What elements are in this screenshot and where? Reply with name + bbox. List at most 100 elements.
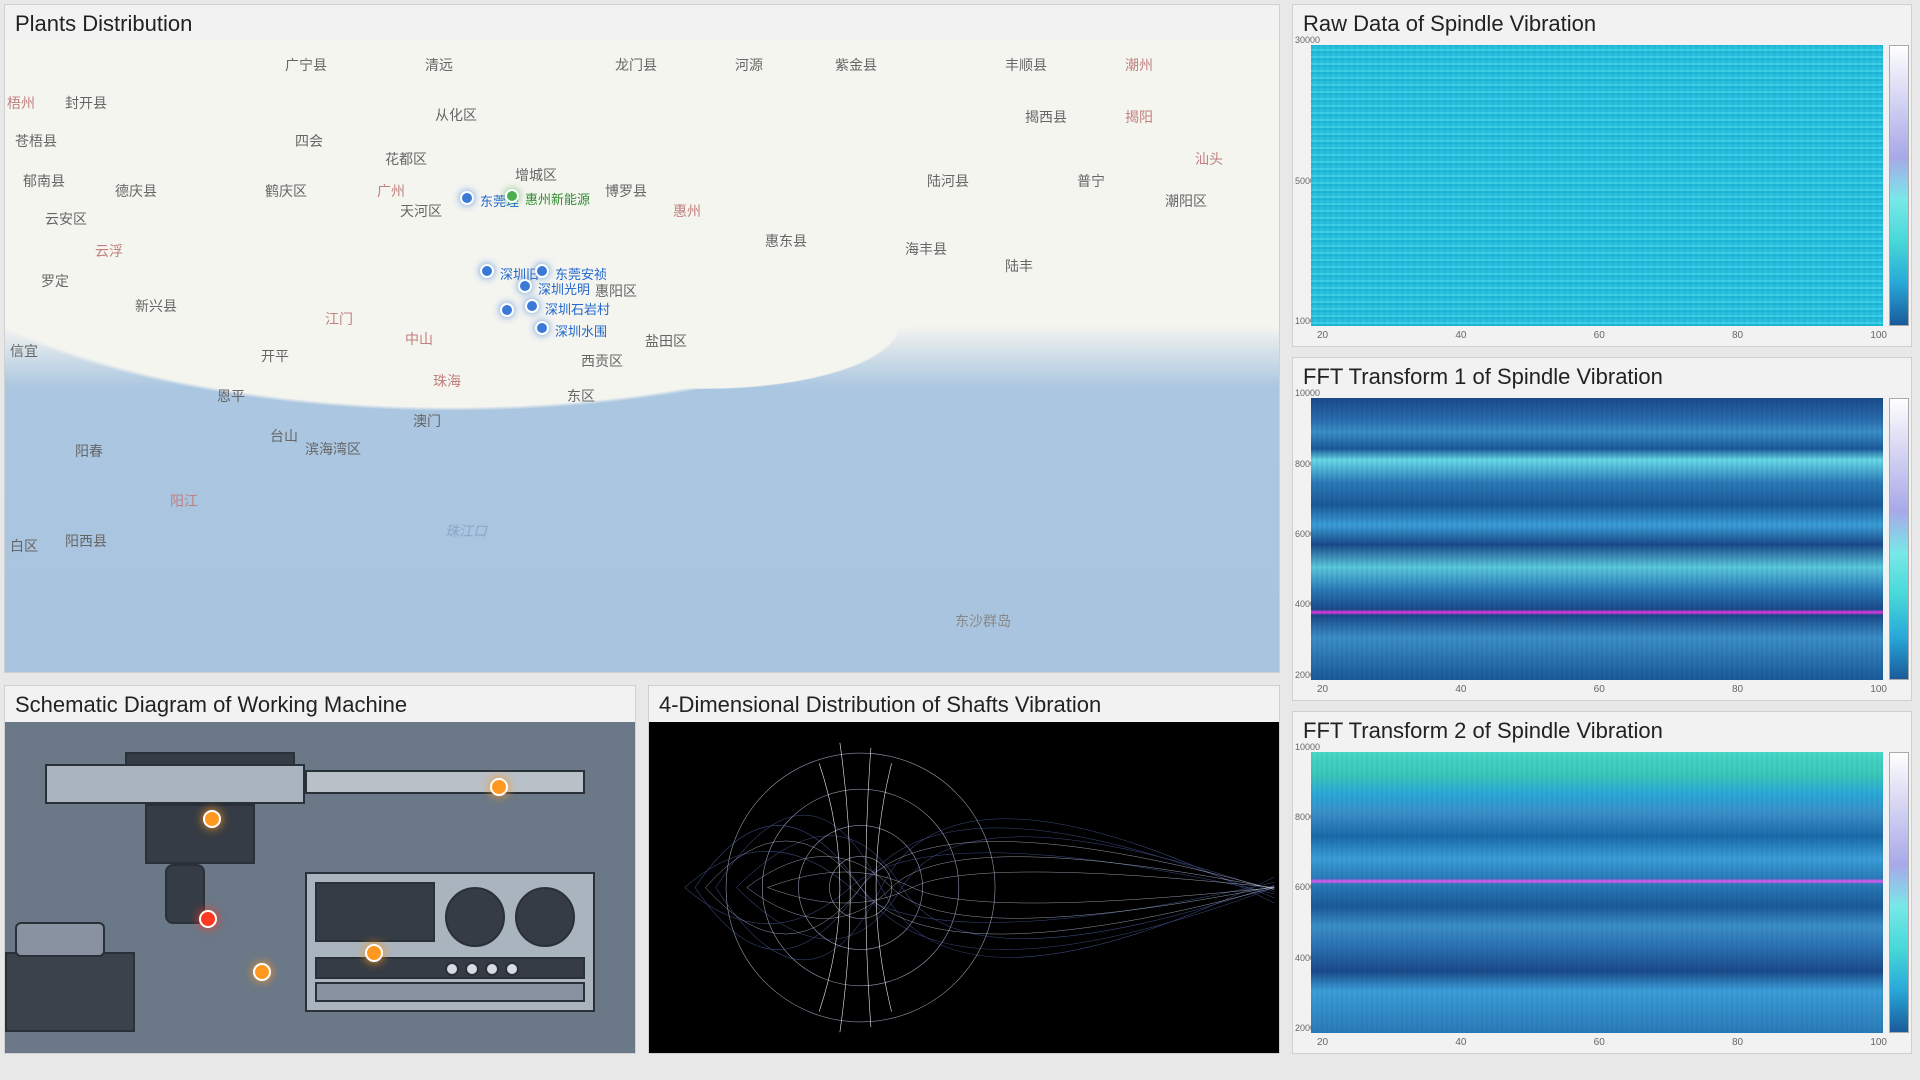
spec-fft1-heatmap[interactable] — [1311, 398, 1883, 679]
sensor-marker[interactable] — [490, 778, 508, 796]
spec-fft2-title: FFT Transform 2 of Spindle Vibration — [1293, 712, 1911, 748]
plants-map-panel: Plants Distribution 广宁县清远龙门县河源紫金县丰顺县潮州梧州… — [4, 4, 1280, 673]
map-place-label: 揭西县 — [1025, 107, 1067, 127]
axis-tick: 60 — [1594, 330, 1605, 346]
axis-tick: 2000 — [1295, 670, 1309, 680]
axis-tick: 40 — [1455, 684, 1466, 700]
map-place-label: 潮州 — [1125, 55, 1153, 75]
map-place-label: 丰顺县 — [1005, 55, 1047, 75]
map-place-label: 东区 — [567, 386, 595, 406]
map-place-label: 恩平 — [217, 386, 245, 406]
map-place-label: 广宁县 — [285, 55, 327, 75]
map-place-label: 德庆县 — [115, 181, 157, 201]
axis-tick: 60 — [1594, 684, 1605, 700]
map-place-label: 普宁 — [1077, 171, 1105, 191]
map-place-label: 龙门县 — [615, 55, 657, 75]
axis-tick: 10000 — [1295, 388, 1309, 398]
plant-marker[interactable]: 深圳旧 — [480, 264, 494, 278]
map-place-label: 封开县 — [65, 93, 107, 113]
map-place-label: 天河区 — [400, 201, 442, 221]
map-place-label: 江门 — [325, 309, 353, 329]
map-place-label: 增城区 — [515, 165, 557, 185]
map-place-label: 汕头 — [1195, 149, 1223, 169]
spec-raw-heatmap[interactable] — [1311, 45, 1883, 326]
axis-tick: 4000 — [1295, 599, 1309, 609]
plant-marker-label: 深圳石岩村 — [545, 299, 610, 318]
map-place-label: 郁南县 — [23, 171, 65, 191]
axis-tick: 10000 — [1295, 316, 1309, 326]
map-place-label: 阳春 — [75, 441, 103, 461]
plant-marker[interactable] — [500, 303, 514, 317]
axis-tick: 4000 — [1295, 953, 1309, 963]
map-place-label: 广州 — [377, 181, 405, 201]
schematic-body[interactable] — [5, 722, 635, 1053]
axis-tick: 20 — [1317, 330, 1328, 346]
axis-tick: 80 — [1732, 1037, 1743, 1053]
map-place-label: 苍梧县 — [15, 131, 57, 151]
axis-tick: 20 — [1317, 684, 1328, 700]
axis-tick: 60 — [1594, 1037, 1605, 1053]
map-place-label: 揭阳 — [1125, 107, 1153, 127]
spec-fft1-panel: FFT Transform 1 of Spindle Vibration 100… — [1292, 357, 1912, 700]
colorbar-icon — [1889, 752, 1909, 1033]
axis-tick: 40 — [1455, 1037, 1466, 1053]
axis-tick: 50000 — [1295, 176, 1309, 186]
plant-marker[interactable]: 深圳光明 — [518, 279, 532, 293]
axis-tick: 30000 — [1295, 35, 1309, 45]
map-place-label: 紫金县 — [835, 55, 877, 75]
spec-fft2-heatmap[interactable] — [1311, 752, 1883, 1033]
map-place-label: 花都区 — [385, 149, 427, 169]
map-place-label: 陆河县 — [927, 171, 969, 191]
plant-marker[interactable]: 东莞理 — [460, 191, 474, 205]
spec-raw-panel: Raw Data of Spindle Vibration 3000050000… — [1292, 4, 1912, 347]
axis-tick: 20 — [1317, 1037, 1328, 1053]
axis-tick: 100 — [1870, 1037, 1887, 1053]
sensor-marker[interactable] — [203, 810, 221, 828]
schematic-panel: Schematic Diagram of Working Machine — [4, 685, 636, 1054]
plant-marker[interactable]: 东莞安祯 — [535, 264, 549, 278]
dist4d-panel: 4-Dimensional Distribution of Shafts Vib… — [648, 685, 1280, 1054]
map-place-label: 西贡区 — [581, 351, 623, 371]
map-place-label: 海丰县 — [905, 239, 947, 259]
plant-marker[interactable]: 深圳水围 — [535, 321, 549, 335]
map-title: Plants Distribution — [5, 5, 1279, 41]
map-place-label: 从化区 — [435, 105, 477, 125]
map-place-label: 惠州 — [673, 201, 701, 221]
map-place-label: 罗定 — [41, 271, 69, 291]
colorbar-icon — [1889, 398, 1909, 679]
axis-tick: 10000 — [1295, 742, 1309, 752]
sensor-marker[interactable] — [199, 910, 217, 928]
map-place-label: 云安区 — [45, 209, 87, 229]
map-place-label: 新兴县 — [135, 296, 177, 316]
plant-marker-label: 深圳水围 — [555, 321, 607, 340]
sensor-marker[interactable] — [365, 944, 383, 962]
axis-tick: 100 — [1870, 684, 1887, 700]
dist4d-body[interactable] — [649, 722, 1279, 1053]
plant-marker[interactable]: 惠州新能源 — [505, 189, 519, 203]
axis-tick: 6000 — [1295, 529, 1309, 539]
axis-tick: 2000 — [1295, 1023, 1309, 1033]
map-place-label: 白区 — [10, 536, 38, 556]
map-place-label: 四会 — [295, 131, 323, 151]
axis-tick: 80 — [1732, 330, 1743, 346]
map-place-label: 潮阳区 — [1165, 191, 1207, 211]
plant-marker-label: 深圳光明 — [538, 279, 590, 298]
map-place-label: 鹤庆区 — [265, 181, 307, 201]
colorbar-icon — [1889, 45, 1909, 326]
map-place-label: 澳门 — [413, 411, 441, 431]
map-place-label: 信宜 — [10, 341, 38, 361]
map-place-label: 陆丰 — [1005, 256, 1033, 276]
sensor-marker[interactable] — [253, 963, 271, 981]
plant-marker-label: 惠州新能源 — [525, 189, 590, 208]
dist4d-plot-icon — [649, 722, 1279, 1053]
axis-tick: 40 — [1455, 330, 1466, 346]
plant-marker[interactable]: 深圳石岩村 — [525, 299, 539, 313]
spec-fft2-panel: FFT Transform 2 of Spindle Vibration 100… — [1292, 711, 1912, 1054]
axis-tick: 6000 — [1295, 882, 1309, 892]
axis-tick: 8000 — [1295, 459, 1309, 469]
island-label: 东沙群岛 — [955, 611, 1011, 631]
map-place-label: 梧州 — [7, 93, 35, 113]
map-body[interactable]: 广宁县清远龙门县河源紫金县丰顺县潮州梧州封开县苍梧县四会从化区郁南县德庆县鹤庆区… — [5, 41, 1279, 672]
map-place-label: 河源 — [735, 55, 763, 75]
schematic-title: Schematic Diagram of Working Machine — [5, 686, 635, 722]
